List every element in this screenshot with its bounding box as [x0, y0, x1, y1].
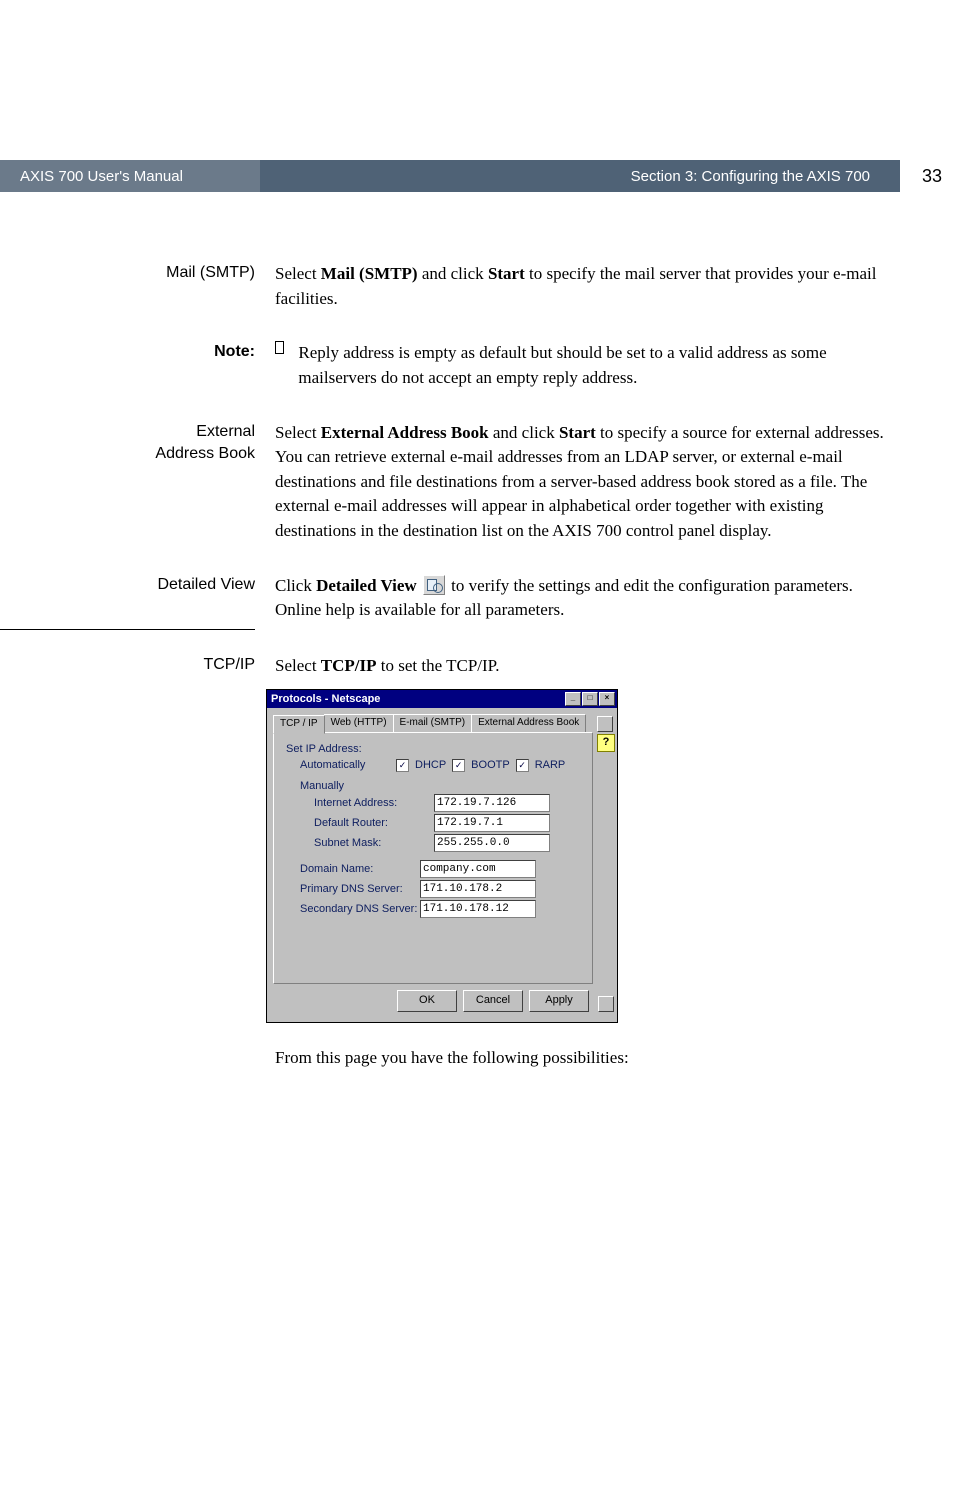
label-primary-dns: Primary DNS Server:: [300, 883, 420, 895]
minimize-button[interactable]: _: [565, 692, 581, 706]
text: Select: [275, 264, 321, 283]
cancel-button[interactable]: Cancel: [463, 990, 523, 1012]
scroll-up-icon[interactable]: [597, 716, 613, 732]
header-right: Section 3: Configuring the AXIS 700: [260, 160, 900, 192]
label-tcpip: TCP/IP: [0, 654, 275, 679]
followup-text: From this page you have the following po…: [275, 1048, 884, 1068]
detailed-view-icon: [423, 575, 445, 595]
set-ip-label: Set IP Address:: [286, 743, 580, 755]
text-bold: External Address Book: [321, 423, 489, 442]
label-mail: Mail (SMTP): [0, 262, 275, 311]
tab-strip: TCP / IP Web (HTTP) E-mail (SMTP) Extern…: [273, 714, 593, 732]
input-internet-address[interactable]: [434, 794, 550, 812]
text: and click: [489, 423, 559, 442]
ok-button[interactable]: OK: [397, 990, 457, 1012]
text: and click: [418, 264, 488, 283]
text-bold: Detailed View: [316, 576, 417, 595]
cb-label-dhcp: DHCP: [415, 759, 446, 771]
page-number: 33: [910, 160, 954, 192]
label-detailed: Detailed View: [0, 574, 275, 623]
tab-external-address-book[interactable]: External Address Book: [471, 714, 586, 732]
row-detailed-container: Detailed View Click Detailed View to ver…: [0, 574, 884, 630]
body-mail: Select Mail (SMTP) and click Start to sp…: [275, 262, 884, 311]
checkbox-rarp[interactable]: ✓: [516, 759, 529, 772]
window-inner: TCP / IP Web (HTTP) E-mail (SMTP) Extern…: [267, 708, 617, 1022]
text: Click: [275, 576, 316, 595]
window-titlebar: Protocols - Netscape _ □ ×: [267, 690, 617, 708]
tab-tcpip[interactable]: TCP / IP: [273, 715, 325, 734]
tab-panel-tcpip: Set IP Address: Automatically ✓ DHCP ✓ B…: [273, 732, 593, 984]
input-primary-dns[interactable]: [420, 880, 536, 898]
cb-label-rarp: RARP: [535, 759, 566, 771]
protocols-window: Protocols - Netscape _ □ × TCP / IP Web …: [266, 689, 618, 1023]
row-mail: Mail (SMTP) Select Mail (SMTP) and click…: [0, 262, 884, 311]
dialog-buttons: OK Cancel Apply: [273, 984, 593, 1016]
header-section-title: Section 3: Configuring the AXIS 700: [631, 168, 870, 185]
input-default-router[interactable]: [434, 814, 550, 832]
divider-line: [0, 629, 255, 630]
tab-area: TCP / IP Web (HTTP) E-mail (SMTP) Extern…: [271, 712, 595, 1018]
body-external: Select External Address Book and click S…: [275, 421, 884, 544]
row-note: Note: Reply address is empty as default …: [0, 341, 884, 390]
content-area: Mail (SMTP) Select Mail (SMTP) and click…: [0, 192, 954, 1068]
manually-label: Manually: [286, 780, 580, 792]
cb-label-bootp: BOOTP: [471, 759, 510, 771]
text: to set the TCP/IP.: [377, 656, 500, 675]
text: Select: [275, 423, 321, 442]
body-detailed: Click Detailed View to verify the settin…: [275, 574, 884, 623]
label-subnet-mask: Subnet Mask:: [314, 837, 434, 849]
text-bold: Mail (SMTP): [321, 264, 418, 283]
label-external: External Address Book: [0, 421, 275, 544]
text: Select: [275, 656, 321, 675]
note-text: Reply address is empty as default but sh…: [298, 341, 884, 390]
row-tcpip: TCP/IP Select TCP/IP to set the TCP/IP.: [0, 654, 884, 679]
window-title: Protocols - Netscape: [271, 693, 380, 705]
row-subnet-mask: Subnet Mask:: [286, 834, 580, 852]
label-external-line1: External: [196, 423, 255, 440]
label-domain-name: Domain Name:: [300, 863, 420, 875]
input-subnet-mask[interactable]: [434, 834, 550, 852]
row-secondary-dns: Secondary DNS Server:: [300, 900, 580, 918]
auto-row: Automatically ✓ DHCP ✓ BOOTP ✓ RARP: [286, 759, 580, 772]
input-secondary-dns[interactable]: [420, 900, 536, 918]
text-bold: Start: [559, 423, 596, 442]
manual-page: AXIS 700 User's Manual Section 3: Config…: [0, 160, 954, 1511]
body-tcpip: Select TCP/IP to set the TCP/IP.: [275, 654, 884, 679]
help-button[interactable]: ?: [597, 734, 615, 752]
label-internet-address: Internet Address:: [314, 797, 434, 809]
row-internet-address: Internet Address:: [286, 794, 580, 812]
window-side-scroll: ?: [595, 712, 617, 1018]
body-note: Reply address is empty as default but sh…: [275, 341, 884, 390]
header-left-title: AXIS 700 User's Manual: [0, 160, 260, 192]
row-domain-name: Domain Name:: [300, 860, 580, 878]
tab-web-http[interactable]: Web (HTTP): [324, 714, 394, 732]
label-secondary-dns: Secondary DNS Server:: [300, 903, 420, 915]
auto-label: Automatically: [300, 759, 390, 771]
titlebar-buttons: _ □ ×: [565, 692, 615, 706]
text-bold: Start: [488, 264, 525, 283]
page-header: AXIS 700 User's Manual Section 3: Config…: [0, 160, 954, 192]
protocols-screenshot: Protocols - Netscape _ □ × TCP / IP Web …: [0, 689, 884, 1023]
checkbox-dhcp[interactable]: ✓: [396, 759, 409, 772]
row-default-router: Default Router:: [286, 814, 580, 832]
label-external-line2: Address Book: [155, 445, 255, 462]
row-external: External Address Book Select External Ad…: [0, 421, 884, 544]
text-bold: TCP/IP: [321, 656, 377, 675]
input-domain-name[interactable]: [420, 860, 536, 878]
scroll-down-icon[interactable]: [598, 996, 614, 1012]
row-primary-dns: Primary DNS Server:: [300, 880, 580, 898]
label-note: Note:: [0, 341, 275, 390]
apply-button[interactable]: Apply: [529, 990, 589, 1012]
checkbox-bootp[interactable]: ✓: [452, 759, 465, 772]
close-button[interactable]: ×: [599, 692, 615, 706]
maximize-button[interactable]: □: [582, 692, 598, 706]
bullet-square-icon: [275, 341, 284, 354]
label-default-router: Default Router:: [314, 817, 434, 829]
tab-email-smtp[interactable]: E-mail (SMTP): [393, 714, 473, 732]
